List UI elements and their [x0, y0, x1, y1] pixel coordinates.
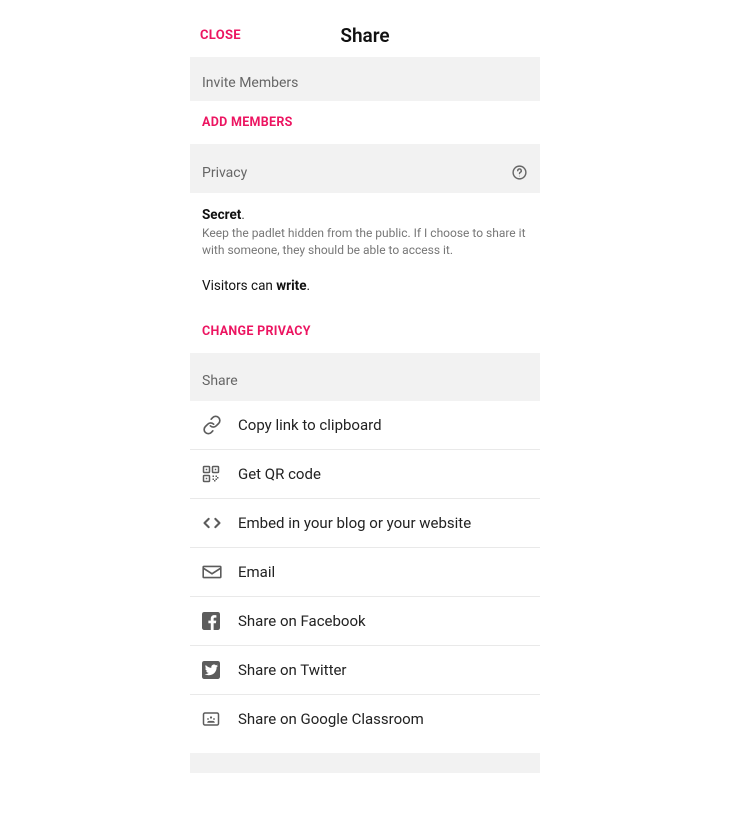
footer-spacer [190, 753, 540, 773]
invite-members-label: Invite Members [202, 75, 298, 91]
privacy-info: Secret. Keep the padlet hidden from the … [190, 193, 540, 268]
share-email[interactable]: Email [190, 548, 540, 597]
share-twitter[interactable]: Share on Twitter [190, 646, 540, 695]
share-item-label: Copy link to clipboard [238, 416, 382, 434]
share-label: Share [202, 373, 238, 389]
share-copy-link[interactable]: Copy link to clipboard [190, 401, 540, 450]
share-panel: CLOSE Share Invite Members ADD MEMBERS P… [190, 20, 540, 773]
close-button[interactable]: CLOSE [200, 28, 241, 43]
add-members-button[interactable]: ADD MEMBERS [190, 101, 540, 144]
panel-title: Share [340, 24, 389, 47]
privacy-dot: . [241, 208, 244, 223]
panel-header: CLOSE Share [190, 20, 540, 57]
twitter-icon [202, 660, 228, 680]
classroom-icon [202, 709, 228, 729]
share-item-label: Get QR code [238, 465, 321, 483]
share-item-label: Share on Google Classroom [238, 710, 424, 728]
share-item-label: Embed in your blog or your website [238, 514, 471, 532]
section-share: Share [190, 353, 540, 401]
change-privacy-button[interactable]: CHANGE PRIVACY [190, 310, 540, 353]
share-item-label: Share on Facebook [238, 612, 366, 630]
visitors-pre: Visitors can [202, 278, 276, 294]
link-icon [202, 415, 228, 435]
share-embed[interactable]: Embed in your blog or your website [190, 499, 540, 548]
share-google-classroom[interactable]: Share on Google Classroom [190, 695, 540, 743]
share-item-label: Share on Twitter [238, 661, 347, 679]
privacy-label: Privacy [202, 165, 247, 181]
share-options-list: Copy link to clipboard [190, 401, 540, 743]
privacy-description: Keep the padlet hidden from the public. … [202, 225, 528, 260]
code-icon [202, 513, 228, 533]
email-icon [202, 562, 228, 582]
share-qr-code[interactable]: Get QR code [190, 450, 540, 499]
section-invite-members: Invite Members [190, 57, 540, 101]
visitor-permissions: Visitors can write. [190, 268, 540, 310]
share-item-label: Email [238, 563, 275, 581]
help-icon[interactable] [511, 164, 528, 181]
visitors-permission: write [276, 278, 306, 294]
section-privacy: Privacy [190, 144, 540, 193]
facebook-icon [202, 611, 228, 631]
share-facebook[interactable]: Share on Facebook [190, 597, 540, 646]
privacy-mode: Secret [202, 207, 241, 223]
qr-icon [202, 464, 228, 484]
visitors-post: . [307, 278, 311, 294]
